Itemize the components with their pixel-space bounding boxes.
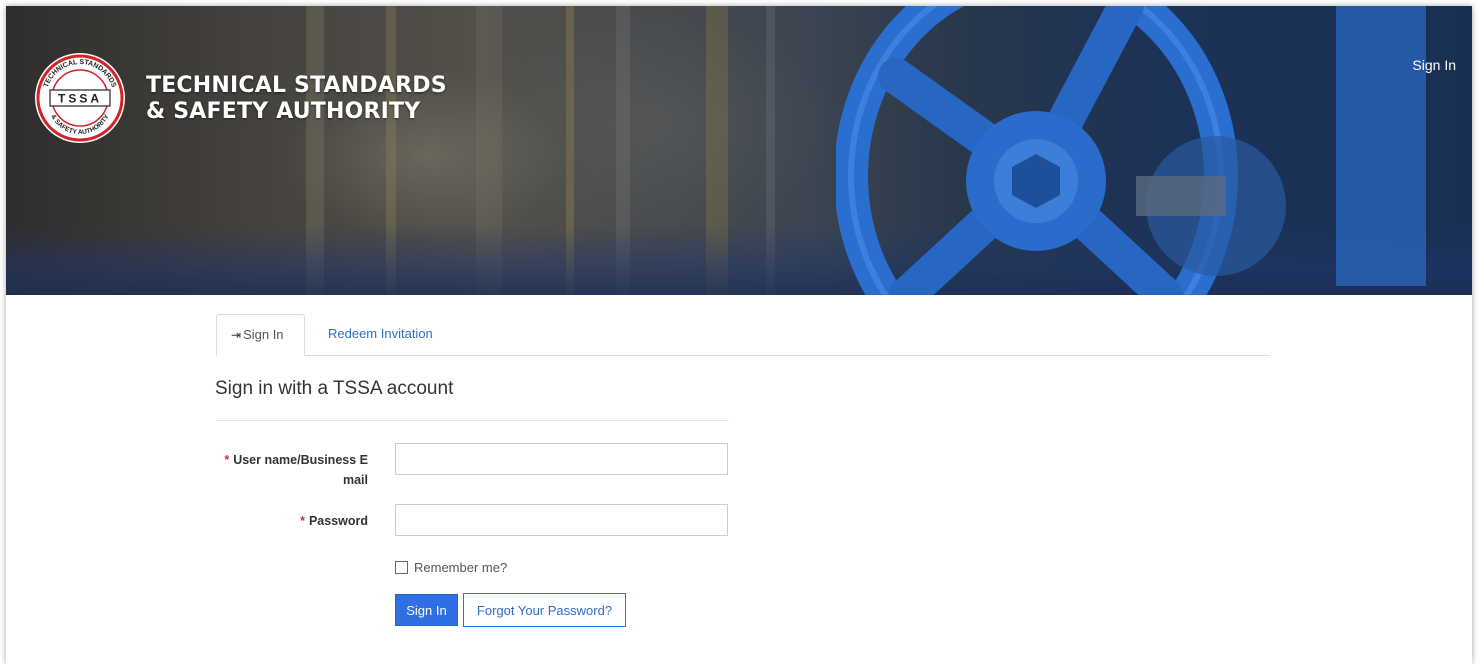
header-banner: TECHNICAL STANDARDS & SAFETY AUTHORITY T… (6, 6, 1472, 295)
required-marker: * (300, 514, 305, 528)
sign-in-button[interactable]: Sign In (395, 594, 458, 626)
auth-tabs: ⇥ Sign In Redeem Invitation (216, 314, 1270, 356)
divider (216, 420, 729, 421)
username-field[interactable] (395, 443, 728, 475)
username-label: * User name/Business E mail (216, 450, 368, 490)
password-label: * Password (216, 511, 368, 531)
logo-text: TSSA (58, 92, 102, 106)
remember-me[interactable]: Remember me? (395, 560, 507, 575)
forgot-password-button[interactable]: Forgot Your Password? (463, 593, 626, 627)
browser-page: TECHNICAL STANDARDS & SAFETY AUTHORITY T… (6, 6, 1472, 664)
brand-line-2: & SAFETY AUTHORITY (146, 99, 421, 124)
password-field[interactable] (395, 504, 728, 536)
username-label-line-2: mail (342, 473, 368, 487)
remember-me-label: Remember me? (414, 560, 508, 575)
brand-line-1: TECHNICAL STANDARDS (146, 73, 447, 98)
valve-wheel-image (836, 6, 1426, 295)
remember-me-checkbox[interactable] (395, 561, 408, 574)
brand-title: TECHNICAL STANDARDS & SAFETY AUTHORITY (146, 73, 447, 125)
tssa-logo: TECHNICAL STANDARDS & SAFETY AUTHORITY T… (35, 53, 125, 143)
header-sign-in-link[interactable]: Sign In (1412, 57, 1456, 73)
tab-redeem-invitation[interactable]: Redeem Invitation (314, 314, 447, 354)
sign-in-icon: ⇥ (231, 328, 242, 342)
tab-sign-in-label: Sign In (243, 327, 284, 342)
tab-sign-in[interactable]: ⇥ Sign In (216, 314, 305, 356)
required-marker: * (224, 453, 230, 467)
password-label-text: Password (308, 514, 368, 528)
username-label-line-1: User name/Business E (233, 453, 368, 467)
page-title: Sign in with a TSSA account (215, 378, 454, 399)
